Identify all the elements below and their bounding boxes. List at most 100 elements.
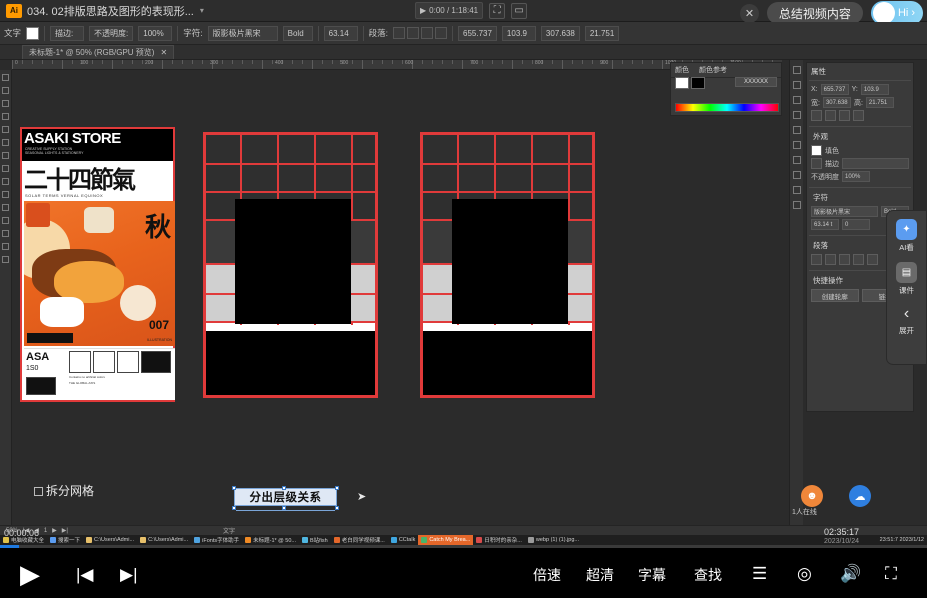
- play-button[interactable]: ▶: [20, 559, 40, 590]
- close-icon[interactable]: ✕: [740, 4, 759, 23]
- tracking-field[interactable]: 0: [842, 219, 870, 230]
- font-family-field[interactable]: 版影极片黑宋: [208, 26, 278, 41]
- layers-panel-icon[interactable]: [793, 66, 801, 74]
- document-tab[interactable]: 未标题-1* @ 50% (RGB/GPU 预览) ✕: [22, 45, 174, 59]
- align-justify-icon[interactable]: [853, 254, 864, 265]
- properties-panel-icon[interactable]: [793, 81, 801, 89]
- gradient-tool-icon[interactable]: [2, 204, 9, 211]
- transform-panel-icon[interactable]: [793, 186, 801, 194]
- font-size-field[interactable]: 63.14 t: [811, 219, 839, 230]
- nav-last-icon[interactable]: ▶|: [62, 527, 68, 534]
- zoom-tool-icon[interactable]: [2, 256, 9, 263]
- taskbar-clock[interactable]: 23:51:7 2023/1/12: [877, 535, 927, 545]
- handle-top-center[interactable]: [282, 486, 286, 490]
- align-justify-all-icon[interactable]: [867, 254, 878, 265]
- summary-button[interactable]: 总结视频内容: [767, 2, 863, 24]
- fill-color-swatch[interactable]: [26, 27, 39, 40]
- rotate-icon[interactable]: [811, 110, 822, 121]
- y-position-field[interactable]: 103.9: [502, 26, 536, 41]
- taskbar-item[interactable]: Catch My Brea...: [418, 535, 473, 545]
- courseware-item[interactable]: ▤ 课件: [896, 262, 917, 296]
- create-outlines-button[interactable]: 创建轮廓: [811, 289, 859, 302]
- video-progress-bar[interactable]: 00:00:06 02:35:17 2023/10/24: [0, 545, 927, 548]
- align-right-icon[interactable]: [421, 27, 433, 39]
- artboard-canvas[interactable]: ASAKI STORE CREATIVE SUPPLY STATION SEAS…: [12, 70, 782, 525]
- chat-bubble-icon[interactable]: ☁: [849, 485, 871, 507]
- quality-button[interactable]: 超清: [586, 565, 614, 585]
- align-center-icon[interactable]: [825, 254, 836, 265]
- x-field[interactable]: 655.737: [821, 84, 849, 95]
- font-weight-field[interactable]: Bold: [283, 26, 313, 41]
- tools-panel[interactable]: [0, 70, 12, 525]
- libraries-panel-icon[interactable]: [793, 96, 801, 104]
- align-justify-icon[interactable]: [435, 27, 447, 39]
- height-field[interactable]: 21.751: [585, 26, 619, 41]
- right-icon-rail[interactable]: [789, 60, 803, 525]
- align-left-icon[interactable]: [811, 254, 822, 265]
- font-family-field[interactable]: 版影极片黑宋: [811, 206, 878, 217]
- line-tool-icon[interactable]: [2, 126, 9, 133]
- scale-tool-icon[interactable]: [2, 191, 9, 198]
- taskbar-item[interactable]: C:\Users\Admi...: [83, 535, 137, 545]
- taskbar-item[interactable]: 老白同学视频课...: [331, 535, 388, 545]
- tab-color[interactable]: 颜色: [675, 65, 689, 75]
- artwork-poster-finished[interactable]: ASAKI STORE CREATIVE SUPPLY STATION SEAS…: [20, 127, 175, 402]
- paragraph-align-icons[interactable]: [393, 27, 447, 39]
- type-tool-icon[interactable]: [2, 113, 9, 120]
- height-field[interactable]: 21.751: [866, 97, 894, 108]
- swatches-panel-icon[interactable]: [793, 111, 801, 119]
- corner-radius-icon[interactable]: [839, 110, 850, 121]
- ai-watch-item[interactable]: ✦ AI看: [896, 219, 917, 253]
- search-button[interactable]: 查找: [694, 565, 722, 585]
- taskbar-item[interactable]: 日积时的亲杂...: [473, 535, 525, 545]
- color-panel-tabs[interactable]: 颜色 颜色参考: [671, 63, 781, 78]
- handle-bottom-left[interactable]: [232, 506, 236, 510]
- align-right-icon[interactable]: [839, 254, 850, 265]
- taskbar-item[interactable]: 搜索一下: [47, 535, 83, 545]
- screen-share-icon[interactable]: ⛶: [489, 3, 505, 19]
- width-field[interactable]: 307.638: [541, 26, 580, 41]
- user-avatar-icon[interactable]: ☻: [801, 485, 823, 507]
- rotate-tool-icon[interactable]: [2, 178, 9, 185]
- selection-tool-icon[interactable]: [2, 74, 9, 81]
- stroke-swatch-icon[interactable]: [811, 158, 822, 169]
- artboard-tool-icon[interactable]: [2, 230, 9, 237]
- symbols-panel-icon[interactable]: [793, 141, 801, 149]
- nav-next-icon[interactable]: ▶: [52, 527, 57, 534]
- taskbar-item[interactable]: 未标题-1* @ 50...: [242, 535, 299, 545]
- more-options-icon[interactable]: [853, 110, 864, 121]
- chevron-down-icon[interactable]: ▾: [200, 6, 204, 15]
- windows-taskbar[interactable]: 电脑收藏大全搜索一下C:\Users\Admi...C:\Users\Admi.…: [0, 535, 927, 545]
- selection-handles[interactable]: [232, 486, 339, 512]
- color-spectrum-bar[interactable]: [675, 103, 779, 112]
- pen-tool-icon[interactable]: [2, 100, 9, 107]
- handle-top-right[interactable]: [335, 486, 339, 490]
- eraser-tool-icon[interactable]: [2, 165, 9, 172]
- reflect-icon[interactable]: [825, 110, 836, 121]
- handle-bottom-right[interactable]: [335, 506, 339, 510]
- previous-button[interactable]: |◀: [76, 565, 94, 585]
- window-switch-icon[interactable]: ▭: [511, 3, 527, 19]
- playlist-icon[interactable]: ☰: [752, 564, 767, 584]
- hand-tool-icon[interactable]: [2, 243, 9, 250]
- handle-top-left[interactable]: [232, 486, 236, 490]
- artwork-wireframe-grid-b[interactable]: [420, 132, 595, 398]
- rectangle-tool-icon[interactable]: [2, 139, 9, 146]
- stroke-weight-field[interactable]: 描边:: [50, 26, 84, 41]
- align-left-icon[interactable]: [393, 27, 405, 39]
- brushes-panel-icon[interactable]: [793, 126, 801, 134]
- y-field[interactable]: 103.9: [861, 84, 889, 95]
- ai-floating-panel[interactable]: ✦ AI看 ▤ 课件 ‹ 展开: [886, 210, 927, 365]
- settings-icon[interactable]: ◎: [797, 564, 812, 584]
- fill-swatch-icon[interactable]: [811, 145, 822, 156]
- volume-icon[interactable]: 🔊: [840, 564, 861, 584]
- taskbar-item[interactable]: webp (1) (1).jpg...: [525, 535, 582, 545]
- handle-bottom-center[interactable]: [282, 506, 286, 510]
- fullscreen-icon[interactable]: ⛶: [885, 564, 897, 584]
- opacity-mode-field[interactable]: 不透明度:: [89, 26, 133, 41]
- opacity-field[interactable]: 100%: [842, 171, 870, 182]
- stroke-weight-field[interactable]: [842, 158, 909, 169]
- hex-value-field[interactable]: XXXXXX: [735, 77, 777, 87]
- color-panel[interactable]: 颜色 颜色参考 XXXXXX: [670, 62, 782, 116]
- expand-item[interactable]: ‹ 展开: [899, 305, 914, 336]
